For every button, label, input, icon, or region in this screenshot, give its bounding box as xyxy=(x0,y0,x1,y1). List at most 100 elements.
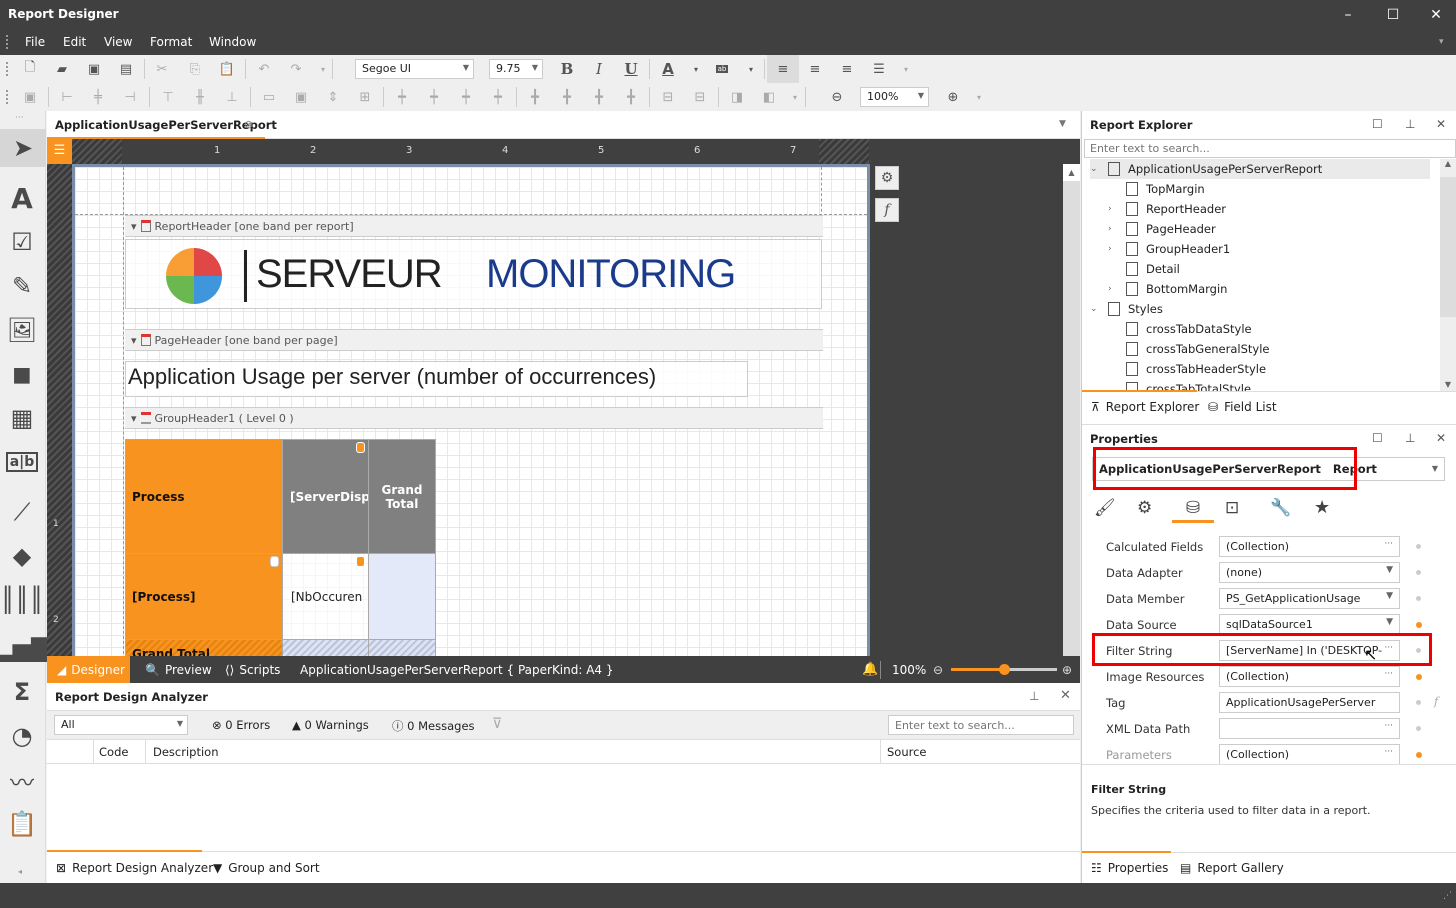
tree-item[interactable]: TopMargin xyxy=(1108,179,1205,199)
align-centers-icon[interactable]: ╪ xyxy=(87,86,109,108)
column-code[interactable]: Code xyxy=(93,740,133,764)
maximize-button[interactable]: ☐ xyxy=(1378,4,1408,26)
property-marker-icon[interactable] xyxy=(1416,544,1421,549)
smart-tag-gear-icon[interactable]: ⚙ xyxy=(875,166,899,190)
align-rights-icon[interactable]: ⊣ xyxy=(119,86,141,108)
order-dropdown-icon[interactable]: ▾ xyxy=(784,86,806,108)
collapse-icon[interactable]: ▾ xyxy=(131,334,137,347)
panel-tool[interactable]: ◼ xyxy=(5,357,39,391)
column-description[interactable]: Description xyxy=(145,740,226,764)
chevron-down-icon[interactable]: ▼ xyxy=(1386,591,1393,601)
grip-handle[interactable] xyxy=(6,62,9,76)
analyzer-search-input[interactable] xyxy=(888,715,1074,735)
tree-item[interactable]: › BottomMargin xyxy=(1108,279,1227,299)
justify-button[interactable]: ☰ xyxy=(868,58,890,80)
align-to-grid-icon[interactable]: ▣ xyxy=(19,86,41,108)
menu-overflow-icon[interactable]: ▾ xyxy=(1439,37,1444,47)
expression-f-icon[interactable]: f xyxy=(875,198,899,222)
close-panel-icon[interactable]: ✕ xyxy=(1060,688,1071,703)
pin-icon[interactable]: ⊥ xyxy=(1029,689,1039,703)
table-tool[interactable]: ▦ xyxy=(5,401,39,435)
vertical-spacing-increase-icon[interactable]: ╋ xyxy=(556,86,578,108)
scroll-down-icon[interactable]: ▼ xyxy=(1440,380,1456,389)
horizontal-spacing-equal-icon[interactable]: ┿ xyxy=(391,86,413,108)
font-color-button[interactable]: A xyxy=(657,58,679,80)
tree-item[interactable]: Detail xyxy=(1108,259,1180,279)
wrench-icon[interactable]: 🔧 xyxy=(1270,498,1291,518)
tree-item[interactable]: crossTabHeaderStyle xyxy=(1108,359,1266,379)
ellipsis-button[interactable]: ··· xyxy=(1384,669,1393,679)
tab-properties[interactable]: ☷ Properties xyxy=(1091,861,1168,875)
font-size-select[interactable]: 9.75 ▼ xyxy=(489,59,543,79)
paste-icon[interactable]: 📋 xyxy=(216,58,238,80)
tab-scripts[interactable]: ⟨⟩ Scripts xyxy=(215,656,290,683)
redo-icon[interactable]: ↷ xyxy=(285,58,307,80)
make-same-size-icon[interactable]: ⊞ xyxy=(354,86,376,108)
ellipsis-button[interactable]: ··· xyxy=(1384,747,1393,757)
ellipsis-button[interactable]: ··· xyxy=(1384,721,1393,731)
size-to-control-icon[interactable]: ▣ xyxy=(290,86,312,108)
tree-item[interactable]: › GroupHeader1 xyxy=(1108,239,1230,259)
close-button[interactable]: ✕ xyxy=(1421,4,1451,26)
clear-filter-icon[interactable]: ⊽ xyxy=(492,716,502,732)
messages-filter-button[interactable]: ⓘ 0 Messages xyxy=(392,718,475,734)
close-panel-icon[interactable]: ✕ xyxy=(1436,431,1446,445)
scroll-up-icon[interactable]: ▲ xyxy=(1063,164,1080,181)
expand-closed-icon[interactable]: › xyxy=(1108,204,1118,214)
tab-field-list[interactable]: ⛁ Field List xyxy=(1208,400,1277,414)
tree-item[interactable]: › PageHeader xyxy=(1108,219,1216,239)
align-tops-icon[interactable]: ⊤ xyxy=(157,86,179,108)
explorer-search-input[interactable] xyxy=(1084,139,1456,158)
chart-tool[interactable]: ▂▅▇ xyxy=(0,631,50,665)
tab-report-explorer[interactable]: ⊼ Report Explorer xyxy=(1091,400,1199,414)
minimize-button[interactable]: – xyxy=(1333,4,1363,26)
logo-picture-box[interactable]: SERVEUR MONITORING xyxy=(125,239,822,309)
resize-grip-icon[interactable]: ⋰ xyxy=(1443,891,1452,901)
sparkline-tool[interactable]: 〰 xyxy=(5,763,39,797)
property-marker-icon[interactable] xyxy=(1416,622,1422,628)
analyzer-filter-select[interactable]: All ▼ xyxy=(54,715,188,735)
close-panel-icon[interactable]: ✕ xyxy=(1436,117,1446,131)
tree-item[interactable]: crossTabDataStyle xyxy=(1108,319,1252,339)
tab-designer[interactable]: ◢ Designer xyxy=(47,656,130,683)
bring-to-front-icon[interactable]: ◨ xyxy=(726,86,748,108)
make-same-height-icon[interactable]: ⇕ xyxy=(322,86,344,108)
vertical-spacing-decrease-icon[interactable]: ╋ xyxy=(588,86,610,108)
menu-file[interactable]: File xyxy=(25,35,45,49)
pin-icon[interactable]: ⊥ xyxy=(1405,117,1415,131)
scroll-left-icon[interactable]: ◂ xyxy=(18,867,22,876)
pivot-tool[interactable]: 📋 xyxy=(5,807,39,841)
cut-icon[interactable]: ✂ xyxy=(151,58,173,80)
crosstab-grand-total-row[interactable]: Grand Total xyxy=(125,639,283,656)
property-value-editor[interactable]: (Collection) ··· xyxy=(1219,536,1400,557)
align-lefts-icon[interactable]: ⊢ xyxy=(56,86,78,108)
crosstab-grand-total-cell[interactable] xyxy=(368,639,436,656)
horizontal-spacing-decrease-icon[interactable]: ┿ xyxy=(455,86,477,108)
center-horizontally-icon[interactable]: ⊟ xyxy=(657,86,679,108)
vertical-spacing-equal-icon[interactable]: ╋ xyxy=(524,86,546,108)
justify-dropdown-icon[interactable]: ▾ xyxy=(895,58,917,80)
font-color-dropdown-icon[interactable]: ▾ xyxy=(685,58,707,80)
new-file-icon[interactable]: 🗋 xyxy=(19,58,41,80)
band-page-header[interactable]: ▾ PageHeader [one band per page] xyxy=(125,329,823,351)
zoom-slider-thumb[interactable] xyxy=(999,664,1010,675)
barcode-tool[interactable]: ║║║ xyxy=(0,583,43,617)
float-icon[interactable]: ☐ xyxy=(1372,117,1383,131)
behavior-gears-icon[interactable]: ⚙ xyxy=(1137,498,1152,518)
shape-tool[interactable]: ◆ xyxy=(5,539,39,573)
ellipsis-button[interactable]: ··· xyxy=(1384,539,1393,549)
copy-icon[interactable]: ⎘ xyxy=(184,58,206,80)
italic-button[interactable]: I xyxy=(588,58,610,80)
background-color-icon[interactable]: ab xyxy=(711,58,733,80)
toolbox-grip[interactable]: ··· xyxy=(15,113,24,123)
vertical-scrollbar[interactable]: ▲ xyxy=(1063,164,1080,656)
layout-icon[interactable]: ⊡ xyxy=(1225,498,1239,518)
tab-list-dropdown-icon[interactable]: ▼ xyxy=(1059,119,1066,129)
crosstab-data-field[interactable]: [NbOccuren xyxy=(282,553,369,640)
tab-preview[interactable]: 🔍 Preview xyxy=(135,656,222,683)
scroll-thumb[interactable] xyxy=(1440,177,1456,317)
tab-report-gallery[interactable]: ▤ Report Gallery xyxy=(1180,861,1284,875)
crosstab-process-header[interactable]: Process xyxy=(125,439,283,554)
undo-icon[interactable]: ↶ xyxy=(253,58,275,80)
chevron-down-icon[interactable]: ▼ xyxy=(1386,565,1393,575)
